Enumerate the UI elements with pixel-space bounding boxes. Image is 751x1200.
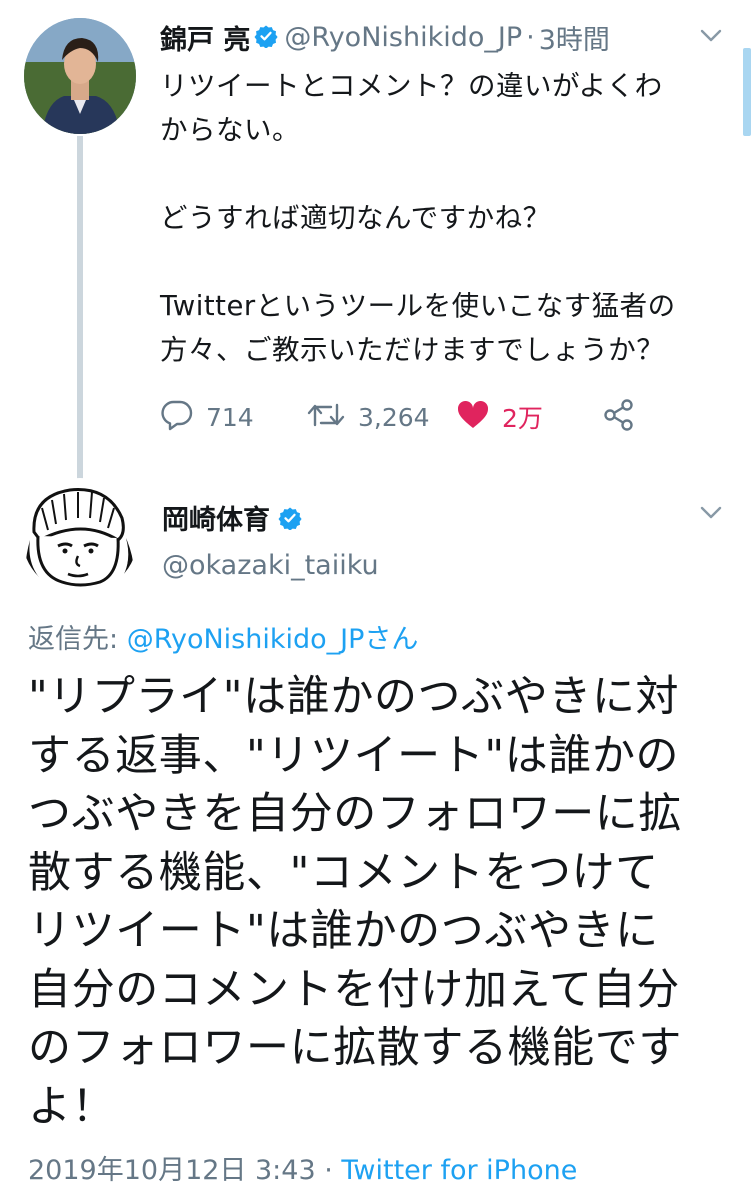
scrollbar[interactable] [743, 48, 751, 136]
author-handle[interactable]: @RyoNishikido_JP [284, 22, 522, 53]
tweet-header: 錦戸 亮 @RyoNishikido_JP · 3時間 [160, 18, 720, 64]
avatar-photo [24, 18, 136, 134]
reply-prefix: 返信先: [28, 624, 127, 655]
separator-dot: · [526, 22, 535, 53]
retweet-button[interactable]: 3,264 [306, 395, 430, 439]
author-name[interactable]: 岡崎体育 [162, 498, 308, 537]
heart-icon [456, 400, 490, 434]
verified-badge-icon [254, 24, 279, 52]
reply-context: 返信先: @RyoNishikido_JPさん [28, 617, 418, 656]
tweet-text: "リプライ"は誰かのつぶやきに対 する返事、"リツイート"は誰かの つぶやきを自… [28, 672, 682, 1132]
chevron-down-icon[interactable] [700, 505, 722, 524]
tweet-source-link[interactable]: Twitter for iPhone [341, 1155, 577, 1186]
chevron-down-icon[interactable] [700, 28, 722, 47]
reply-icon [160, 399, 194, 435]
retweet-icon [306, 399, 346, 435]
like-button[interactable]: 2万 [456, 395, 543, 439]
tweet-timestamp[interactable]: 2019年10月12日 3:43 [28, 1155, 316, 1186]
verified-badge-icon [278, 506, 302, 537]
share-button[interactable] [602, 395, 636, 439]
reply-count: 714 [206, 402, 254, 432]
reply-mention-link[interactable]: @RyoNishikido_JPさん [127, 624, 419, 655]
tweet-text: リツイートとコメント？の違いがよくわ からない。 どうすれば適切なんですかね？ … [160, 70, 676, 366]
reply-button[interactable]: 714 [160, 395, 254, 439]
avatar-illustration [23, 479, 137, 593]
author-handle[interactable]: @okazaki_taiiku [162, 550, 379, 581]
retweet-count: 3,264 [358, 402, 430, 432]
tweet-meta: 2019年10月12日 3:43 · Twitter for iPhone [28, 1148, 577, 1187]
thread-line [77, 136, 83, 481]
like-count: 2万 [502, 404, 543, 433]
tweet-time[interactable]: 3時間 [539, 25, 610, 56]
separator-dot: · [315, 1155, 342, 1186]
share-icon [602, 398, 636, 436]
tweet-actions: 714 3,264 2万 [160, 395, 660, 439]
avatar[interactable] [24, 18, 136, 134]
author-name[interactable]: 錦戸 亮 [160, 25, 250, 56]
author-name-text: 岡崎体育 [162, 505, 270, 536]
avatar[interactable] [22, 478, 138, 594]
